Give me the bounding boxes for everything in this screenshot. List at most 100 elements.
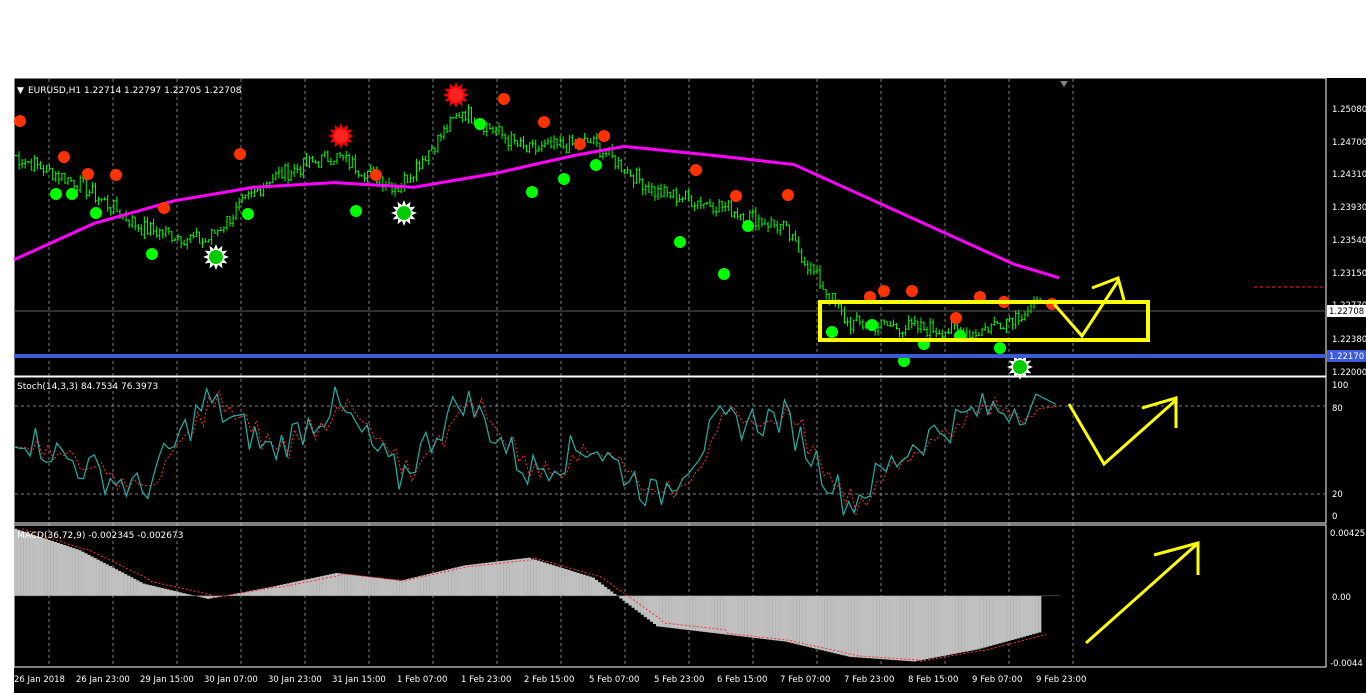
macd-bar xyxy=(704,595,709,633)
macd-bar xyxy=(75,549,79,596)
macd-bar xyxy=(613,593,617,596)
sell-signal-dot xyxy=(14,115,26,127)
macd-bar xyxy=(295,581,299,596)
macd-bar xyxy=(931,595,935,658)
macd-bar xyxy=(503,560,507,596)
macd-bar xyxy=(668,595,672,628)
macd-bar xyxy=(497,561,501,596)
macd-bar xyxy=(677,595,681,629)
price-label-1: 1.25080 xyxy=(1332,105,1366,115)
macd-bar xyxy=(393,579,397,596)
scroll-arrow-icon[interactable]: ▼ xyxy=(17,86,24,96)
macd-bar xyxy=(114,569,119,596)
macd-bar xyxy=(897,595,901,661)
buy-signal-dot xyxy=(742,220,754,232)
macd-axis-top: 0.00425 xyxy=(1330,529,1365,539)
macd-bar xyxy=(732,595,736,636)
macd-bar xyxy=(949,595,953,655)
macd-axis-bottom: -0.0044 xyxy=(1330,659,1363,669)
macd-bar xyxy=(157,587,161,596)
macd-bar xyxy=(426,574,430,596)
macd-bar xyxy=(711,595,715,633)
macd-bar xyxy=(47,539,51,596)
macd-bar xyxy=(814,595,819,649)
macd-bar xyxy=(921,595,926,660)
macd-bar xyxy=(836,595,840,654)
macd-bar xyxy=(989,595,993,646)
support-price-tag: 1.22170 xyxy=(1329,352,1364,362)
macd-bar xyxy=(130,577,134,596)
macd-bar xyxy=(521,558,525,596)
macd-bar xyxy=(594,579,599,596)
macd-bar xyxy=(607,589,611,596)
macd-bar xyxy=(967,595,972,652)
macd-bar xyxy=(894,595,898,661)
moving-average-line xyxy=(14,144,1060,280)
macd-bar xyxy=(405,579,409,596)
macd-bar xyxy=(662,595,666,628)
macd-bar xyxy=(937,595,941,657)
macd-bar xyxy=(695,595,699,632)
macd-bar xyxy=(438,571,443,596)
macd-bar xyxy=(906,595,910,662)
macd-bar xyxy=(32,534,36,596)
macd-bar xyxy=(600,584,605,596)
buy-signal-dot xyxy=(558,173,570,185)
macd-bar xyxy=(995,595,999,645)
time-label-11: 6 Feb 15:00 xyxy=(717,675,767,685)
macd-bar xyxy=(958,595,962,653)
macd-bar xyxy=(753,595,758,639)
macd-bar xyxy=(105,564,109,596)
macd-bar xyxy=(839,595,843,655)
macd-bar xyxy=(442,570,446,596)
chart-window[interactable]: ▼ EURUSD,H1 1.22714 1.22797 1.22705 1.22… xyxy=(14,78,1366,693)
stoch-axis-80: 80 xyxy=(1332,404,1343,414)
macd-bar xyxy=(680,595,684,630)
macd-bar xyxy=(585,575,589,596)
buy-signal-dot xyxy=(90,207,102,219)
macd-bar xyxy=(490,562,495,596)
macd-bar xyxy=(970,595,975,651)
macd-bar xyxy=(811,595,816,649)
chart-shift-marker-icon[interactable] xyxy=(1060,81,1068,87)
macd-bar xyxy=(399,580,403,596)
macd-bar xyxy=(117,570,122,596)
macd-bar xyxy=(38,536,42,596)
buy-signal-dot xyxy=(146,248,158,260)
macd-bar xyxy=(72,548,76,596)
sell-signal-dot xyxy=(82,168,94,180)
sell-signal-dot xyxy=(878,285,890,297)
macd-bar xyxy=(833,595,837,654)
sell-signal-dot xyxy=(730,190,742,202)
macd-bar xyxy=(723,595,727,635)
macd-bar xyxy=(362,576,366,596)
macd-bar xyxy=(744,595,748,637)
macd-bar xyxy=(692,595,696,631)
macd-bar xyxy=(142,583,146,596)
macd-bar xyxy=(714,595,718,634)
macd-bar xyxy=(610,591,614,596)
moving-average xyxy=(14,144,1060,280)
macd-bar xyxy=(631,595,635,608)
macd-bar xyxy=(518,558,522,596)
macd-bar xyxy=(484,562,488,596)
macd-bar xyxy=(1004,595,1008,642)
macd-bar xyxy=(769,595,773,640)
buy-signal-dot xyxy=(674,236,686,248)
macd-bar xyxy=(925,595,929,660)
macd-bar xyxy=(790,595,794,644)
macd-bar xyxy=(928,595,932,659)
sell-signal-dot xyxy=(370,169,382,181)
chart-canvas[interactable]: ▼ EURUSD,H1 1.22714 1.22797 1.22705 1.22… xyxy=(14,78,1366,693)
time-label-3: 30 Jan 07:00 xyxy=(204,675,258,685)
time-label-15: 9 Feb 07:00 xyxy=(972,675,1022,685)
time-label-1: 26 Jan 23:00 xyxy=(76,675,130,685)
macd-arrow-path xyxy=(1085,543,1197,645)
buy-signal-dot xyxy=(994,342,1006,354)
macd-bar xyxy=(558,567,562,596)
macd-bar xyxy=(341,573,345,596)
macd-bar xyxy=(512,559,516,596)
macd-bar xyxy=(683,595,687,630)
macd-bar xyxy=(182,593,186,596)
macd-bar xyxy=(1032,595,1036,635)
